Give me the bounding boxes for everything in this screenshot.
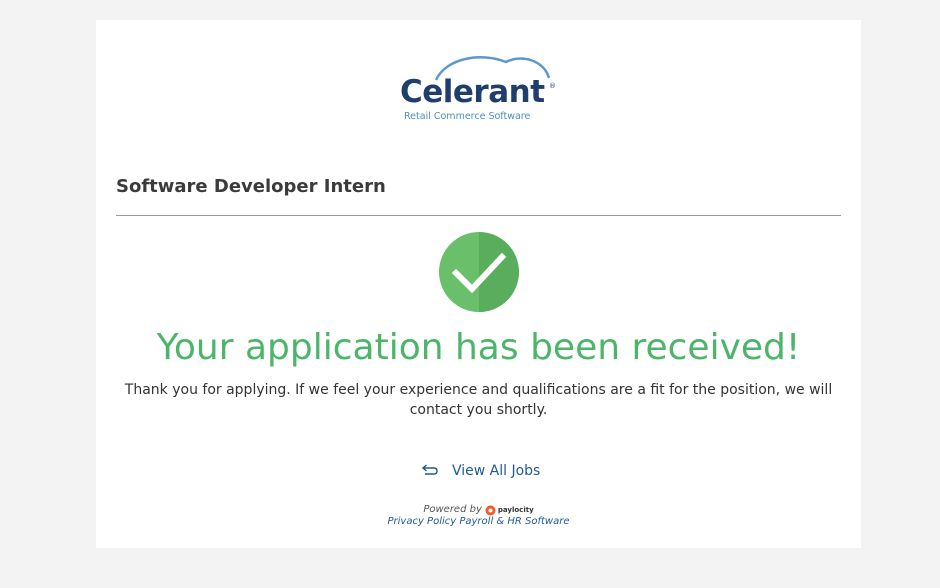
application-confirmation-card: Celerant ® Retail Commerce Software Soft… (96, 20, 861, 548)
paylocity-mark-icon (485, 505, 496, 515)
view-all-jobs-label: View All Jobs (452, 463, 541, 479)
confirmation-message: Thank you for applying. If we feel your … (124, 382, 833, 418)
check-circle-icon (439, 232, 519, 312)
paylocity-wordmark: paylocity (497, 506, 534, 514)
privacy-policy-link[interactable]: Privacy Policy (387, 516, 456, 527)
powered-by-row: Powered by paylocity (96, 504, 861, 516)
view-all-jobs-link[interactable]: View All Jobs (422, 460, 540, 482)
confirmation-heading: Your application has been received! (156, 327, 801, 368)
logo-registered-mark: ® (549, 82, 556, 90)
payroll-software-link[interactable]: Payroll & HR Software (459, 516, 569, 527)
logo-wordmark: Celerant (400, 74, 545, 110)
paylocity-logo: paylocity (485, 504, 534, 516)
title-divider (116, 215, 841, 216)
logo-tagline: Retail Commerce Software (404, 111, 531, 122)
powered-by-label: Powered by (423, 504, 482, 515)
job-title: Software Developer Intern (116, 176, 386, 197)
footer: Powered by paylocity Privacy Policy Payr… (96, 504, 861, 528)
company-logo: Celerant ® Retail Commerce Software (396, 50, 561, 130)
footer-links: Privacy Policy Payroll & HR Software (96, 516, 861, 528)
return-arrow-icon (422, 464, 438, 478)
